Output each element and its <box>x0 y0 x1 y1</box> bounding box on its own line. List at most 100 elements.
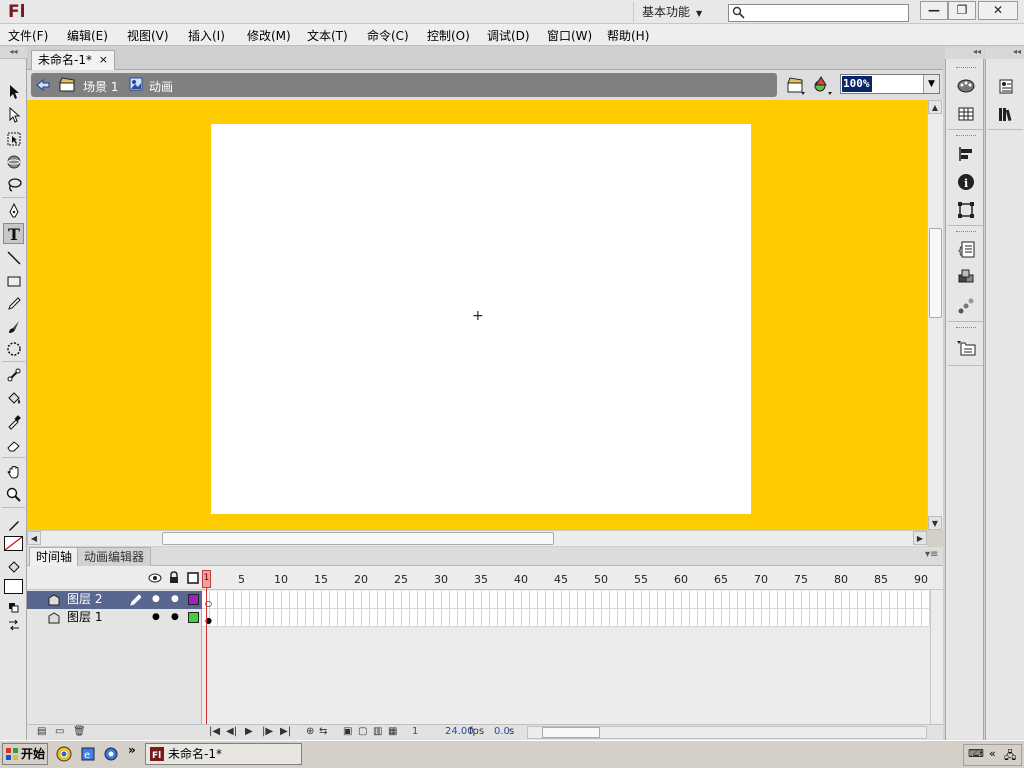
3d-rotation-icon[interactable] <box>3 151 24 172</box>
workspace-switcher[interactable]: 基本功能 ▼ <box>633 2 717 22</box>
zoom-value[interactable]: 100% <box>842 76 872 92</box>
pencil-icon[interactable] <box>3 293 24 314</box>
edit-scene-icon[interactable] <box>786 75 806 95</box>
step-forward-icon[interactable]: |▶ <box>262 726 273 737</box>
document-tab[interactable]: 未命名-1* × <box>31 50 115 70</box>
start-button[interactable]: 开始 <box>2 743 48 765</box>
step-back-icon[interactable]: ◀| <box>226 726 237 737</box>
components-icon[interactable] <box>956 268 976 288</box>
stroke-color-icon[interactable] <box>3 514 24 535</box>
scene-link[interactable]: 场景 1 <box>83 78 118 95</box>
play-icon[interactable]: ▶ <box>245 726 253 737</box>
onion-outline-icon[interactable]: ▢ <box>358 726 367 737</box>
lasso-icon[interactable] <box>3 174 24 195</box>
network-icon[interactable]: 🖧 <box>1004 747 1016 766</box>
timeline-scroll-thumb[interactable] <box>542 727 600 738</box>
settings-icon[interactable] <box>103 746 119 762</box>
menu-window[interactable]: 窗口(W) <box>547 27 592 44</box>
stage-horizontal-scrollbar[interactable]: ◀ ▶ <box>27 530 927 546</box>
deco-icon[interactable] <box>3 338 24 359</box>
more-icon[interactable]: » <box>128 743 136 757</box>
taskbar-item[interactable]: Fl 未命名-1* <box>145 743 302 765</box>
pasteboard[interactable]: + <box>27 100 927 530</box>
restore-button[interactable]: ❐ <box>948 1 976 20</box>
layer-color-swatch[interactable] <box>188 594 199 605</box>
timeline-horizontal-scrollbar[interactable] <box>527 726 927 739</box>
stroke-swatch[interactable] <box>4 536 23 551</box>
close-tab-icon[interactable]: × <box>99 51 108 69</box>
layer-color-swatch[interactable] <box>188 612 199 623</box>
stage-vertical-scrollbar[interactable]: ▲ ▼ <box>927 100 943 530</box>
menu-view[interactable]: 视图(V) <box>127 27 169 44</box>
pen-icon[interactable] <box>3 200 24 221</box>
menu-help[interactable]: 帮助(H) <box>607 27 649 44</box>
info-icon[interactable]: i <box>956 172 976 192</box>
rectangle-icon[interactable] <box>3 270 24 291</box>
tab-motion-editor[interactable]: 动画编辑器 <box>77 547 152 566</box>
dock-collapse-button[interactable]: ◂◂ <box>945 47 984 59</box>
fill-color-icon[interactable] <box>3 557 24 578</box>
lock-dot[interactable]: ● <box>171 591 179 608</box>
frame-row[interactable] <box>202 609 930 627</box>
minimize-button[interactable]: — <box>920 1 948 20</box>
menu-file[interactable]: 文件(F) <box>8 27 48 44</box>
menu-control[interactable]: 控制(O) <box>427 27 470 44</box>
edit-multiple-icon[interactable]: ▥ <box>373 726 382 737</box>
playhead[interactable]: 1 <box>202 570 211 588</box>
dock-collapse-button[interactable]: ◂◂ <box>985 47 1024 59</box>
timeline-vertical-scrollbar[interactable] <box>930 590 943 724</box>
menu-edit[interactable]: 编辑(E) <box>67 27 108 44</box>
tab-timeline[interactable]: 时间轴 <box>29 547 80 566</box>
keyboard-icon[interactable]: ⌨ <box>968 747 984 760</box>
onion-markers-icon[interactable]: ▦ <box>388 726 397 737</box>
frames-grid[interactable]: ○ ● <box>202 590 930 724</box>
scroll-right-icon[interactable]: ▶ <box>913 531 927 545</box>
eraser-icon[interactable] <box>3 434 24 455</box>
eye-icon[interactable] <box>148 572 162 584</box>
lock-dot[interactable]: ● <box>171 609 179 626</box>
close-button[interactable]: ✕ <box>978 1 1018 20</box>
go-first-icon[interactable]: |◀ <box>209 726 220 737</box>
brush-icon[interactable] <box>3 316 24 337</box>
selection-arrow-icon[interactable] <box>3 81 24 102</box>
library-icon[interactable] <box>956 338 976 358</box>
vertical-scroll-thumb[interactable] <box>929 228 942 318</box>
browser-icon[interactable]: e <box>80 746 96 762</box>
scroll-up-icon[interactable]: ▲ <box>928 100 942 114</box>
help-search-input[interactable] <box>728 4 909 22</box>
paint-bucket-icon[interactable] <box>3 388 24 409</box>
menu-text[interactable]: 文本(T) <box>307 27 348 44</box>
onion-skin-icon[interactable]: ▣ <box>343 726 352 737</box>
go-last-icon[interactable]: ▶| <box>280 726 291 737</box>
visibility-dot[interactable]: ● <box>152 591 160 608</box>
lock-icon[interactable] <box>168 571 180 584</box>
new-layer-icon[interactable]: ▤ <box>37 726 46 737</box>
expand-tray-icon[interactable]: « <box>989 747 996 760</box>
scroll-left-icon[interactable]: ◀ <box>27 531 41 545</box>
hand-icon[interactable] <box>3 461 24 482</box>
horizontal-scroll-thumb[interactable] <box>162 532 554 545</box>
actions-icon[interactable]: { <box>956 240 976 260</box>
symbol-link[interactable]: 动画 <box>149 78 173 95</box>
menu-modify[interactable]: 修改(M) <box>247 27 291 44</box>
back-arrow-icon[interactable] <box>35 77 51 93</box>
fill-swatch[interactable] <box>4 579 23 594</box>
layer-row[interactable]: 图层 2 ● ● <box>27 591 202 609</box>
toolbar-collapse-button[interactable]: ◂◂ <box>0 47 27 59</box>
frame-row[interactable] <box>202 591 930 609</box>
layer-row[interactable]: 图层 1 ● ● <box>27 609 202 627</box>
loop-icon[interactable]: ⇆ <box>319 726 327 737</box>
visibility-dot[interactable]: ● <box>152 609 160 626</box>
swatches-icon[interactable] <box>956 104 976 124</box>
motion-presets-icon[interactable] <box>956 296 976 316</box>
menu-commands[interactable]: 命令(C) <box>367 27 409 44</box>
eyedropper-icon[interactable] <box>3 411 24 432</box>
subselection-icon[interactable] <box>3 104 24 125</box>
zoom-icon[interactable] <box>3 484 24 505</box>
delete-layer-icon[interactable]: 🗑 <box>73 726 86 737</box>
scroll-down-icon[interactable]: ▼ <box>928 516 942 530</box>
bone-icon[interactable] <box>3 364 24 385</box>
align-icon[interactable] <box>956 144 976 164</box>
free-transform-icon[interactable] <box>3 128 24 149</box>
color-icon[interactable] <box>956 76 976 96</box>
